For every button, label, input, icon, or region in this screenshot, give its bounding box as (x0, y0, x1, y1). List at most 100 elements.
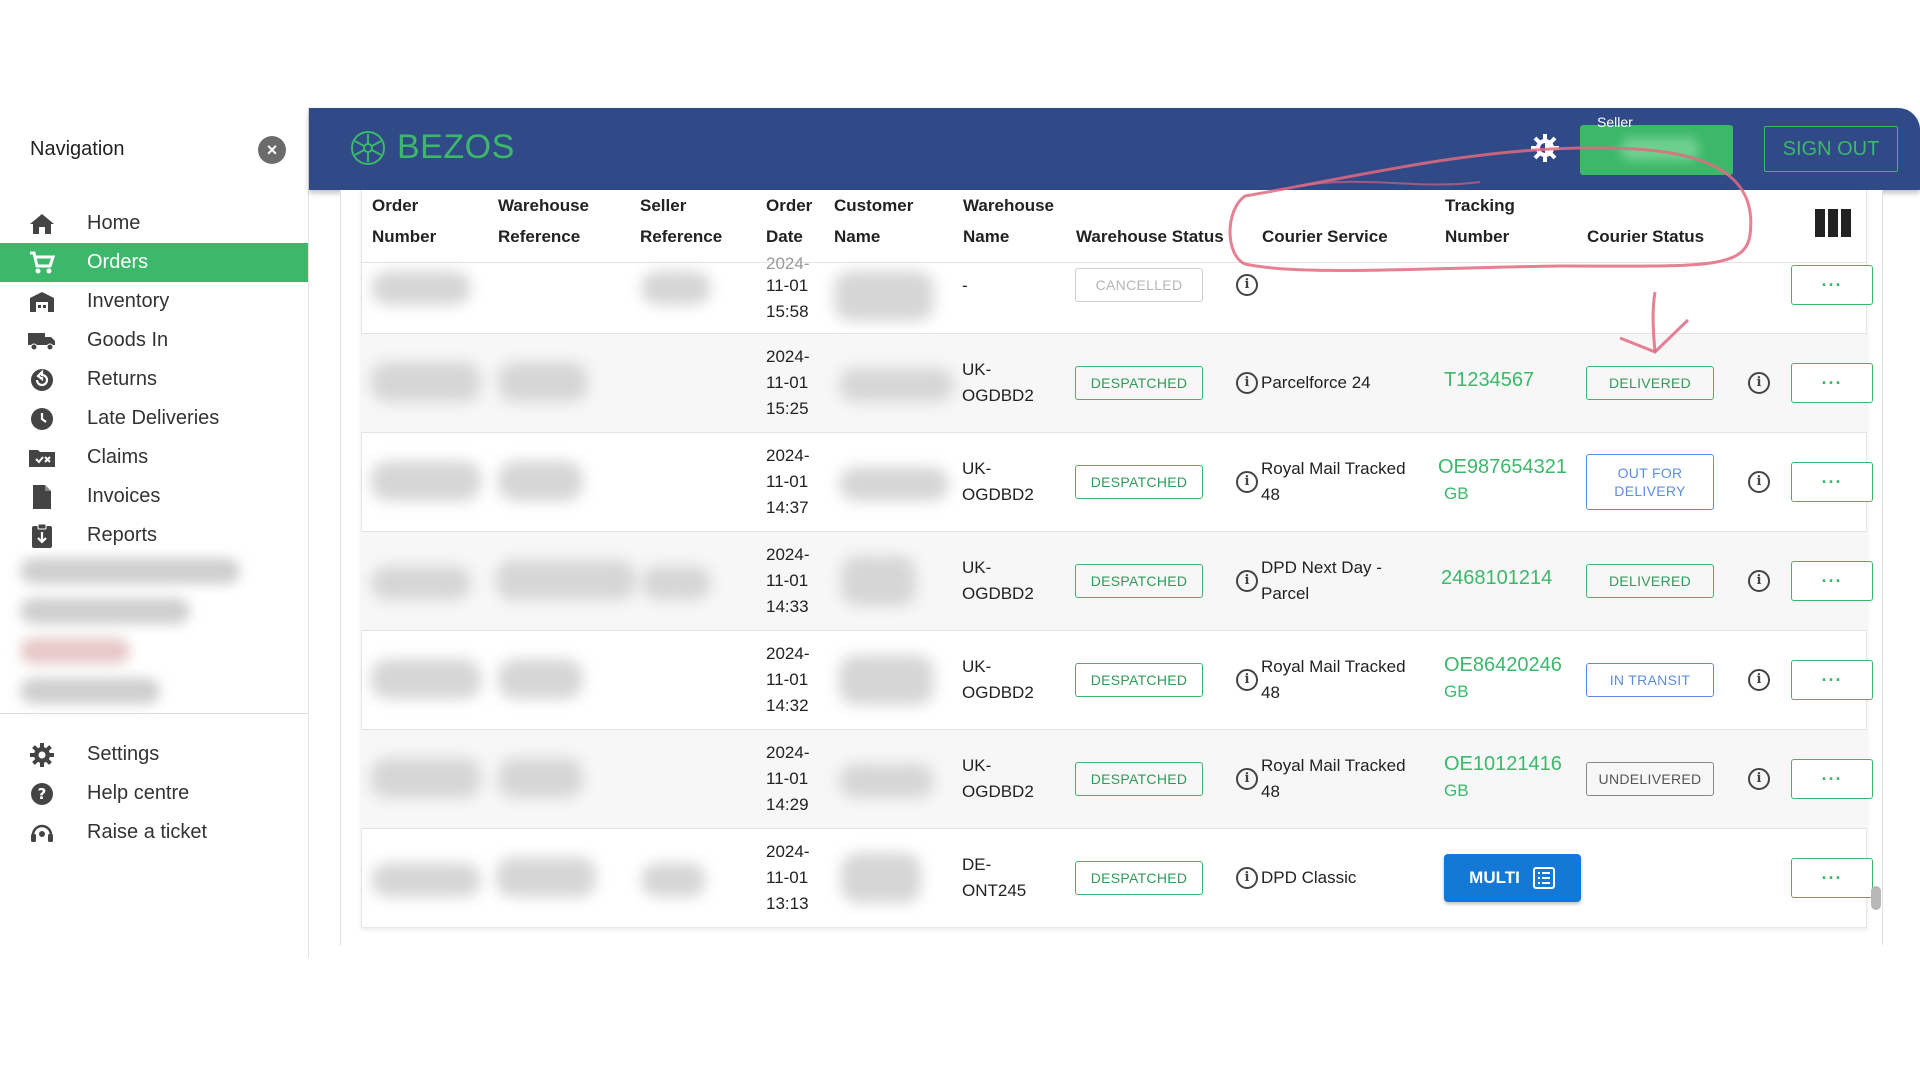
nav-bottom-list: Settings ? Help centre Raise a ticket (0, 735, 308, 852)
header-warehouse-reference[interactable]: Warehouse Reference (498, 190, 589, 252)
scrollbar-thumb[interactable] (1871, 886, 1881, 910)
sidebar-item-goods-in[interactable]: Goods In (0, 321, 308, 360)
info-icon[interactable]: i (1236, 274, 1258, 296)
warehouse-status-badge: DESPATCHED (1075, 465, 1203, 499)
redacted-warehouse-reference (498, 362, 588, 402)
warehouse-name-line1: UK- (962, 756, 992, 775)
table-row[interactable]: 2024- 11-01 14:32 UK- OGDBD2 DESPATCHED … (361, 630, 1873, 729)
order-date-time: 15:25 (766, 399, 809, 418)
nav-divider (0, 713, 308, 714)
tracking-number-suffix[interactable]: GB (1444, 678, 1469, 706)
warehouse-name-line2: OGDBD2 (962, 584, 1034, 603)
multi-label: MULTI (1469, 868, 1520, 887)
row-actions-button[interactable]: ··· (1791, 858, 1873, 898)
info-icon[interactable]: i (1748, 471, 1770, 493)
row-actions-button[interactable]: ··· (1791, 462, 1873, 502)
order-date-day: 11-01 (766, 472, 809, 491)
row-actions-button[interactable]: ··· (1791, 561, 1873, 601)
redacted-customer-name (839, 368, 954, 402)
table-row[interactable]: 2024- 11-01 14:33 UK- OGDBD2 DESPATCHED … (361, 531, 1873, 630)
sidebar-item-label: Orders (87, 251, 149, 273)
header-order-date[interactable]: Order Date (766, 190, 812, 252)
sidebar-item-label: Settings (87, 743, 160, 765)
seller-label: Seller (1597, 114, 1633, 130)
table-row[interactable]: 2024- 11-01 15:58 - CANCELLED i ··· (361, 254, 1873, 333)
order-date-day: 11-01 (766, 571, 809, 590)
courier-status-badge: IN TRANSIT (1586, 663, 1714, 697)
header-courier-status[interactable]: Courier Status (1587, 221, 1704, 252)
seller-selector[interactable] (1580, 125, 1733, 175)
redacted-customer-name (841, 556, 916, 606)
brand-name: BEZOS (397, 128, 515, 166)
sidebar-item-inventory[interactable]: Inventory (0, 282, 308, 321)
header-warehouse-status[interactable]: Warehouse Status (1076, 221, 1224, 252)
info-icon[interactable]: i (1236, 768, 1258, 790)
header-courier-service[interactable]: Courier Service (1262, 221, 1388, 252)
sidebar-item-label: Home (87, 212, 141, 234)
sidebar-item-returns[interactable]: Returns (0, 360, 308, 399)
row-actions-button[interactable]: ··· (1791, 759, 1873, 799)
sign-out-button[interactable]: SIGN OUT (1764, 126, 1898, 172)
sidebar-item-settings[interactable]: Settings (0, 735, 308, 774)
order-date-time: 14:29 (766, 795, 809, 814)
redacted-customer-name (839, 467, 949, 501)
row-actions-button[interactable]: ··· (1791, 265, 1873, 305)
table-row[interactable]: 2024- 11-01 14:37 UK- OGDBD2 DESPATCHED … (361, 432, 1873, 531)
order-date-year: 2024- (766, 743, 810, 762)
sidebar-item-label: Inventory (87, 290, 170, 312)
info-icon[interactable]: i (1748, 372, 1770, 394)
multi-tracking-button[interactable]: MULTI (1444, 854, 1581, 902)
tracking-number-link[interactable]: OE987654321 (1438, 453, 1567, 481)
row-actions-button[interactable]: ··· (1791, 363, 1873, 403)
table-row[interactable]: 2024- 11-01 15:25 UK- OGDBD2 DESPATCHED … (361, 333, 1873, 432)
close-icon[interactable]: × (258, 136, 286, 164)
info-icon[interactable]: i (1236, 471, 1258, 493)
brand-logo[interactable]: BEZOS (349, 128, 515, 167)
truck-icon (27, 326, 57, 356)
sidebar-item-reports[interactable]: Reports (0, 516, 308, 555)
info-icon[interactable]: i (1236, 867, 1258, 889)
warehouse-status-badge: CANCELLED (1075, 268, 1203, 302)
tracking-number-suffix[interactable]: GB (1444, 480, 1469, 508)
redacted-order-number (371, 362, 481, 402)
courier-service-line1: Royal Mail Tracked (1261, 459, 1406, 478)
row-actions-button[interactable]: ··· (1791, 660, 1873, 700)
sidebar-item-claims[interactable]: Claims (0, 438, 308, 477)
order-date-day: 11-01 (766, 276, 809, 295)
info-icon[interactable]: i (1748, 768, 1770, 790)
sidebar-item-home[interactable]: Home (0, 204, 308, 243)
header-tracking-number[interactable]: Tracking Number (1445, 190, 1515, 252)
tracking-number-link[interactable]: OE86420246 (1444, 651, 1562, 679)
info-icon[interactable]: i (1748, 570, 1770, 592)
sidebar-item-label: Claims (87, 446, 149, 468)
warehouse-icon (27, 287, 57, 317)
columns-icon[interactable] (1815, 209, 1851, 242)
table-row[interactable]: 2024- 11-01 13:13 DE- ONT245 DESPATCHED … (361, 828, 1873, 927)
order-date-year: 2024- (766, 545, 810, 564)
sidebar-item-orders[interactable]: Orders (0, 243, 308, 282)
header-order-number[interactable]: Order Number (372, 190, 436, 252)
info-icon[interactable]: i (1748, 669, 1770, 691)
clock-icon (27, 404, 57, 434)
warehouse-name-line2: OGDBD2 (962, 386, 1034, 405)
info-icon[interactable]: i (1236, 372, 1258, 394)
tracking-number-suffix[interactable]: GB (1444, 777, 1469, 805)
tracking-number-link[interactable]: 2468101214 (1441, 564, 1552, 592)
sidebar-item-raise-ticket[interactable]: Raise a ticket (0, 813, 308, 852)
theme-toggle-icon[interactable] (1527, 130, 1563, 171)
sidebar-item-invoices[interactable]: Invoices (0, 477, 308, 516)
redacted-warehouse-reference (498, 659, 583, 699)
header-warehouse-name[interactable]: Warehouse Name (963, 190, 1054, 252)
tracking-number-link[interactable]: OE10121416 (1444, 750, 1562, 778)
sidebar-item-help[interactable]: ? Help centre (0, 774, 308, 813)
info-icon[interactable]: i (1236, 570, 1258, 592)
info-icon[interactable]: i (1236, 669, 1258, 691)
courier-service-line2: 48 (1261, 683, 1280, 702)
courier-status-badge: DELIVERED (1586, 564, 1714, 598)
sidebar-item-late-deliveries[interactable]: Late Deliveries (0, 399, 308, 438)
header-seller-reference[interactable]: Seller Reference (640, 190, 722, 252)
header-customer-name[interactable]: Customer Name (834, 190, 913, 252)
returns-icon (27, 365, 57, 395)
table-row[interactable]: 2024- 11-01 14:29 UK- OGDBD2 DESPATCHED … (361, 729, 1873, 828)
tracking-number-link[interactable]: T1234567 (1444, 366, 1534, 394)
